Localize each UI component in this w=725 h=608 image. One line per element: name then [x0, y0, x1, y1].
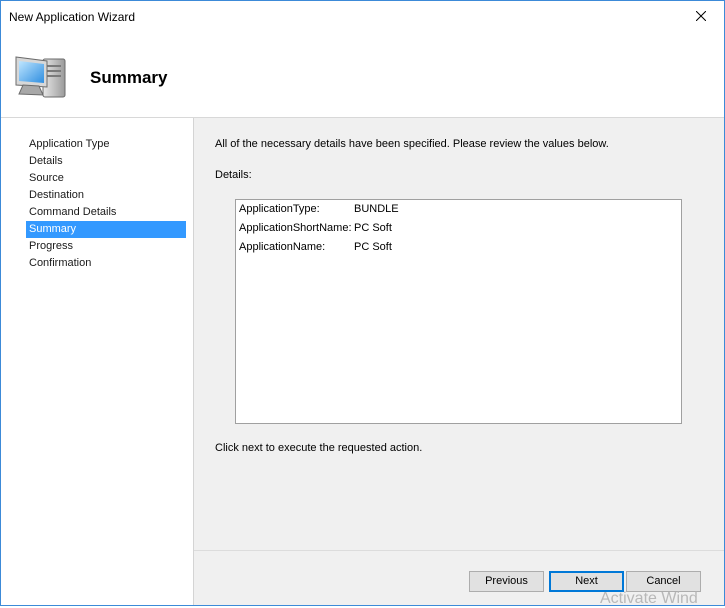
page-title: Summary	[90, 68, 168, 87]
close-button[interactable]	[678, 1, 724, 31]
detail-key: ApplicationName:	[239, 241, 326, 253]
wizard-header: Summary	[1, 31, 724, 118]
detail-key: ApplicationType:	[239, 203, 320, 215]
nav-item-command-details[interactable]: Command Details	[26, 204, 186, 221]
content-panel: All of the necessary details have been s…	[194, 118, 724, 549]
computer-icon	[15, 56, 66, 98]
detail-value: PC Soft	[354, 222, 392, 234]
nav-item-progress[interactable]: Progress	[26, 238, 186, 255]
previous-button[interactable]: Previous	[469, 571, 544, 592]
nav-item-confirmation[interactable]: Confirmation	[26, 255, 186, 272]
nav-item-destination[interactable]: Destination	[26, 187, 186, 204]
close-icon	[696, 11, 706, 21]
activation-watermark: Activate Wind	[600, 590, 698, 607]
details-label: Details:	[215, 169, 252, 181]
next-button[interactable]: Next	[549, 571, 624, 592]
window-title: New Application Wizard	[9, 10, 136, 24]
nav-item-application-type[interactable]: Application Type	[26, 136, 186, 153]
footer-note: Click next to execute the requested acti…	[215, 442, 423, 454]
detail-value: PC Soft	[354, 241, 392, 253]
cancel-button[interactable]: Cancel	[626, 571, 701, 592]
wizard-window: New Application Wizard Summary Applicati…	[0, 0, 725, 606]
wizard-steps-nav: Application Type Details Source Destinat…	[1, 118, 194, 605]
nav-item-source[interactable]: Source	[26, 170, 186, 187]
title-bar[interactable]: New Application Wizard	[1, 1, 724, 31]
intro-text: All of the necessary details have been s…	[215, 138, 609, 150]
detail-key: ApplicationShortName:	[239, 222, 352, 234]
nav-item-summary[interactable]: Summary	[26, 221, 186, 238]
nav-item-details[interactable]: Details	[26, 153, 186, 170]
detail-value: BUNDLE	[354, 203, 399, 215]
details-list-box[interactable]: ApplicationType: BUNDLE ApplicationShort…	[235, 199, 682, 424]
